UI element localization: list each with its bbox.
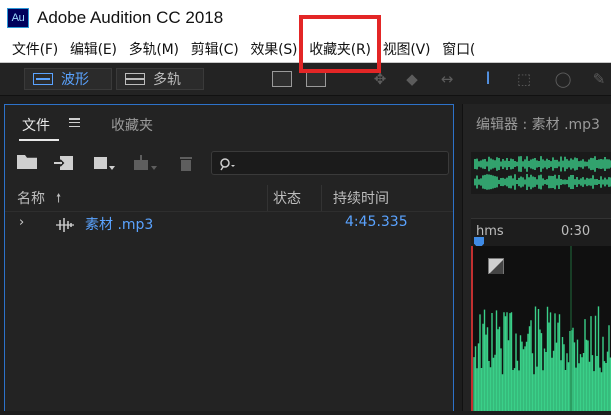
search-box[interactable] <box>211 151 449 175</box>
insert-into-multitrack-icon[interactable] <box>132 155 158 171</box>
waveform-icon <box>33 73 53 85</box>
razor-tool-icon[interactable]: ◆ <box>402 70 422 88</box>
window-title: Adobe Audition CC 2018 <box>37 8 224 27</box>
search-icon <box>220 156 236 171</box>
time-ruler[interactable]: hms 0:30 <box>471 218 611 249</box>
active-tab-indicator <box>19 139 59 141</box>
open-folder-icon[interactable] <box>17 155 37 169</box>
waveform-overview[interactable] <box>471 152 611 194</box>
tab-favorites[interactable]: 收藏夹 <box>111 115 153 135</box>
import-icon[interactable] <box>53 155 75 171</box>
move-tool-icon[interactable]: ✥ <box>370 70 390 88</box>
ruler-time-label: 0:30 <box>561 224 591 239</box>
toolbar: 波形 多轨 ✥ ◆ ↔ I ⬚ ◯ ✎ <box>0 63 611 96</box>
column-divider[interactable] <box>321 185 322 211</box>
menu-favorites[interactable]: 收藏夹(R) <box>297 39 371 59</box>
delete-icon[interactable] <box>179 155 193 171</box>
audio-file-icon <box>55 217 75 232</box>
waveform-view-button[interactable]: 波形 <box>24 68 112 90</box>
file-row[interactable]: › 素材 .mp3 4:45.335 <box>5 212 453 236</box>
marquee-tool-icon[interactable]: ⬚ <box>514 70 534 88</box>
expand-arrow-icon[interactable]: › <box>19 215 24 230</box>
files-toolbar <box>5 149 453 177</box>
menu-clip[interactable]: 剪辑(C) <box>179 39 239 59</box>
title-bar: Au Adobe Audition CC 2018 <box>0 0 611 36</box>
playhead-line <box>471 246 473 411</box>
menu-view[interactable]: 视图(V) <box>371 39 431 59</box>
multitrack-view-button[interactable]: 多轨 <box>116 68 204 90</box>
file-duration: 4:45.335 <box>345 214 408 230</box>
editor-tab[interactable]: 编辑器 : 素材 .mp3 <box>476 114 600 134</box>
multitrack-view-label: 多轨 <box>153 72 181 88</box>
spectral-frequency-icon[interactable] <box>272 71 292 87</box>
time-selection-tool-icon[interactable]: I <box>478 69 498 89</box>
slip-tool-icon[interactable]: ↔ <box>437 70 457 88</box>
new-file-icon[interactable] <box>92 155 116 171</box>
waveform-view-label: 波形 <box>61 72 89 88</box>
menu-effects[interactable]: 效果(S) <box>238 39 297 59</box>
menu-window[interactable]: 窗口( <box>430 39 475 59</box>
ruler-unit-label: hms <box>476 224 504 239</box>
file-name: 素材 .mp3 <box>85 217 154 233</box>
panel-menu-icon[interactable] <box>69 118 80 128</box>
spectral-pitch-icon[interactable] <box>306 71 326 87</box>
menu-edit[interactable]: 编辑(E) <box>58 39 117 59</box>
file-list-header: 名称 🠕 状态 持续时间 <box>5 185 453 212</box>
menu-file[interactable]: 文件(F) <box>0 39 58 59</box>
column-status-header[interactable]: 状态 <box>273 188 301 208</box>
menu-multitrack[interactable]: 多轨(M) <box>117 39 179 59</box>
sort-ascending-icon: 🠕 <box>56 191 62 205</box>
multitrack-icon <box>125 73 145 85</box>
lasso-tool-icon[interactable]: ◯ <box>553 70 573 88</box>
brush-tool-icon[interactable]: ✎ <box>589 70 609 88</box>
menu-bar: 文件(F) 编辑(E) 多轨(M) 剪辑(C) 效果(S) 收藏夹(R) 视图(… <box>0 36 611 63</box>
tab-files[interactable]: 文件 <box>22 115 50 135</box>
column-duration-header[interactable]: 持续时间 <box>333 188 389 208</box>
column-divider[interactable] <box>267 185 268 211</box>
files-panel: 文件 收藏夹 名称 🠕 状态 持续时间 › 素材 .mp3 4:45.335 <box>4 104 454 411</box>
zoom-toggle-icon[interactable] <box>488 258 504 274</box>
app-logo-icon: Au <box>7 8 29 28</box>
editor-panel: 编辑器 : 素材 .mp3 hms 0:30 <box>462 104 611 411</box>
column-name-header[interactable]: 名称 <box>17 188 45 208</box>
search-input[interactable] <box>244 154 446 174</box>
files-panel-tabs: 文件 收藏夹 <box>5 105 453 141</box>
